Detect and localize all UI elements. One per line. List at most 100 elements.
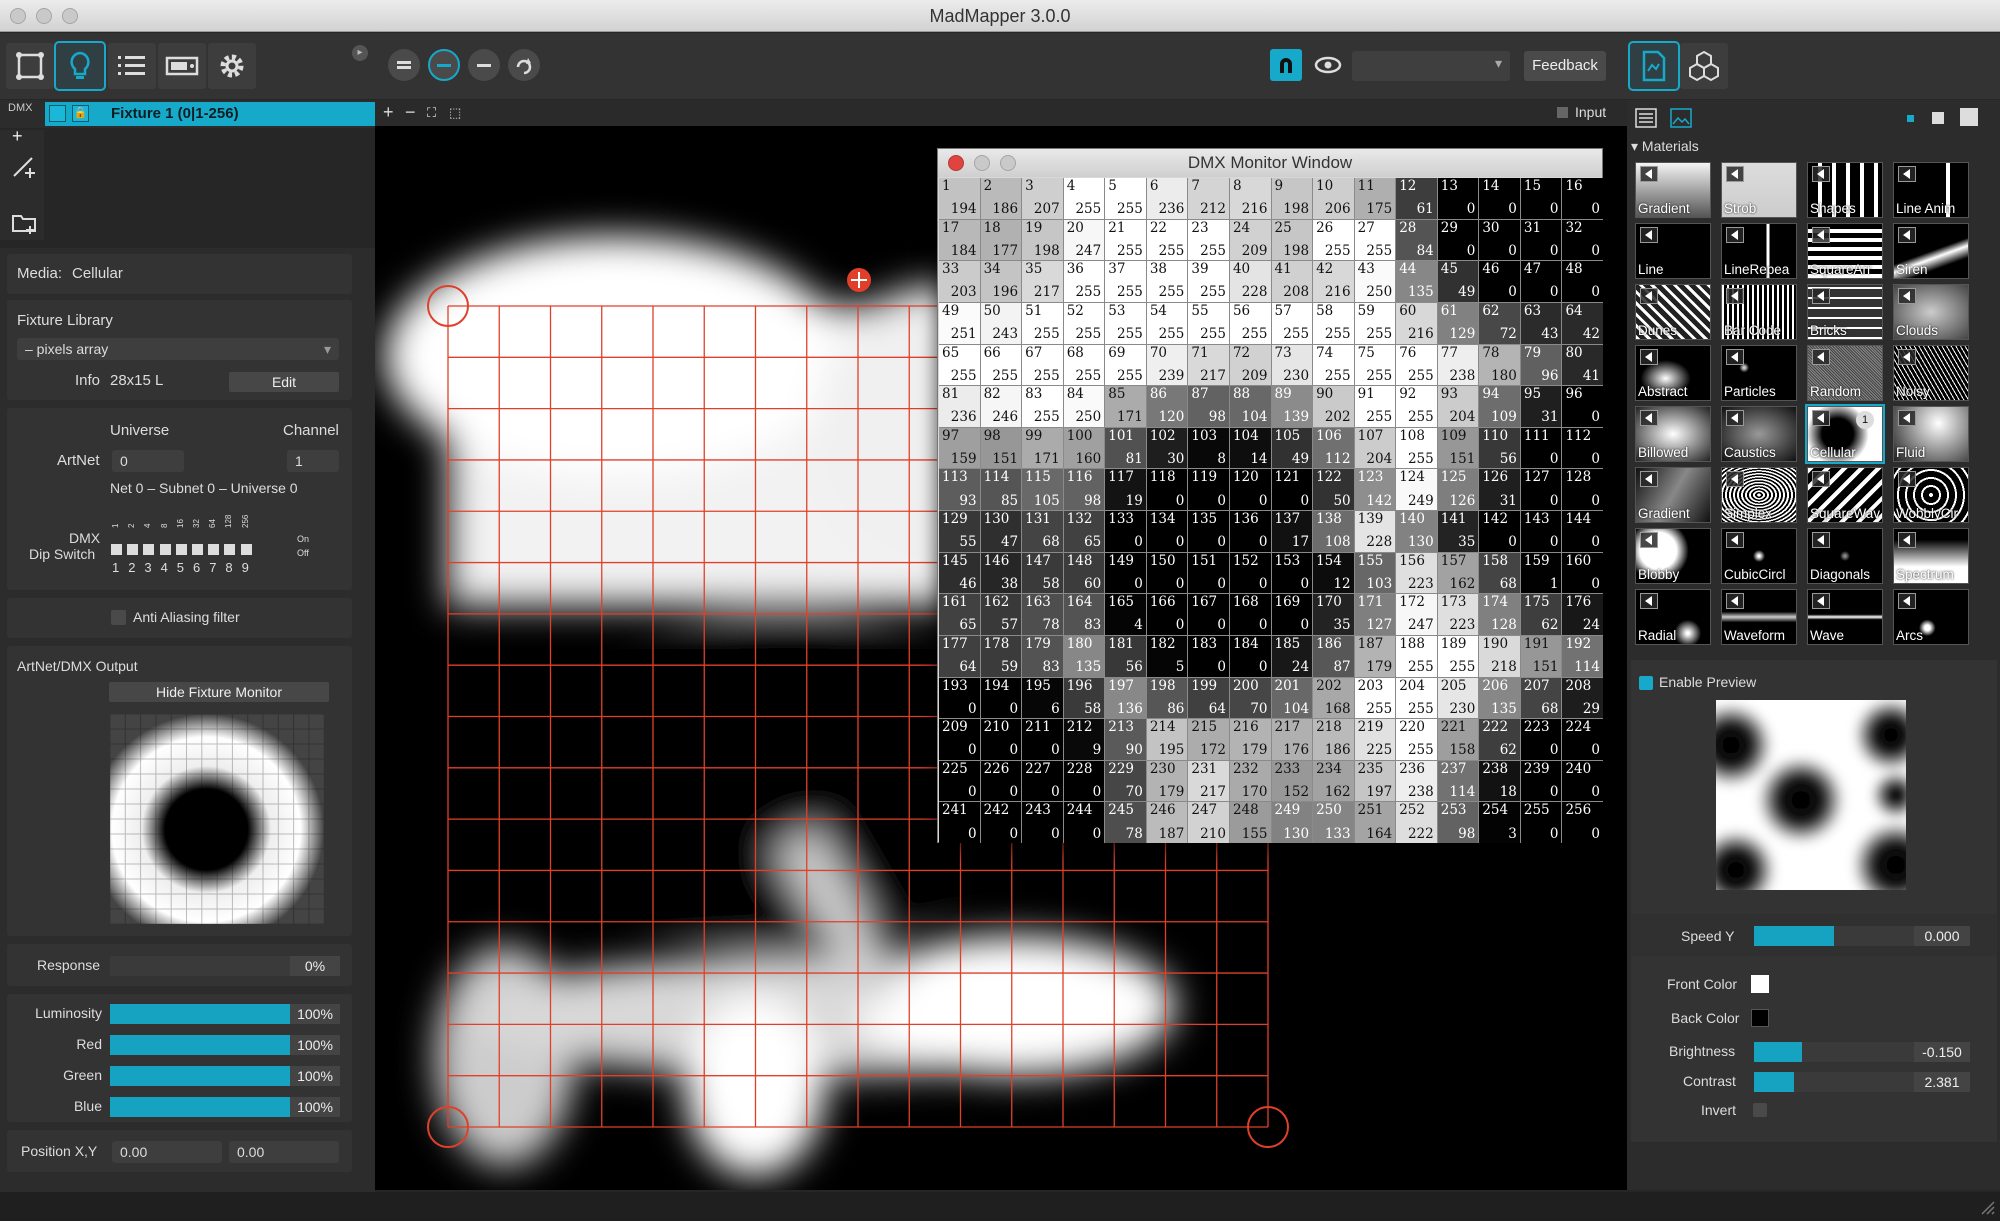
magnet-toggle[interactable] bbox=[1270, 49, 1302, 81]
material-thumbnail[interactable]: Abstract bbox=[1635, 345, 1711, 401]
material-thumbnail[interactable]: Shapes bbox=[1807, 162, 1883, 218]
contrast-slider[interactable] bbox=[1754, 1072, 1914, 1092]
zoom-in-icon[interactable]: + bbox=[383, 102, 394, 123]
dip-switch[interactable] bbox=[127, 544, 139, 555]
dip-switch[interactable] bbox=[192, 544, 203, 555]
play-back-icon[interactable] bbox=[1898, 349, 1916, 365]
large-thumbs-icon[interactable] bbox=[1960, 108, 1978, 126]
dip-switch[interactable] bbox=[175, 544, 187, 555]
play-back-icon[interactable] bbox=[1640, 227, 1658, 243]
visibility-checkbox[interactable] bbox=[49, 105, 66, 122]
feedback-button[interactable]: Feedback bbox=[1524, 51, 1606, 81]
dip-switch[interactable] bbox=[240, 544, 252, 555]
play-back-icon[interactable] bbox=[1812, 227, 1830, 243]
hide-fixture-monitor-button[interactable]: Hide Fixture Monitor bbox=[109, 682, 329, 702]
material-thumbnail[interactable]: Diagonals bbox=[1807, 528, 1883, 584]
play-back-icon[interactable] bbox=[1640, 532, 1658, 548]
material-thumbnail[interactable]: Clouds bbox=[1893, 284, 1969, 340]
material-thumbnail[interactable]: Waveform bbox=[1721, 589, 1797, 645]
add-folder-icon[interactable] bbox=[10, 208, 38, 236]
play-back-icon[interactable] bbox=[1812, 532, 1830, 548]
list-view-icon[interactable] bbox=[1634, 107, 1658, 129]
invert-checkbox[interactable] bbox=[1753, 1103, 1767, 1117]
play-back-icon[interactable] bbox=[1640, 410, 1658, 426]
material-thumbnail[interactable]: Particles bbox=[1721, 345, 1797, 401]
stage-canvas[interactable]: + − ⛶ ⬚ Input DMX Monitor Window 1 194 2… bbox=[375, 100, 1627, 1190]
play-back-icon[interactable] bbox=[1812, 410, 1830, 426]
front-color-swatch[interactable] bbox=[1751, 975, 1769, 993]
close-window-button[interactable] bbox=[10, 8, 26, 24]
enable-preview-checkbox[interactable] bbox=[1639, 676, 1653, 690]
play-back-icon[interactable] bbox=[1898, 532, 1916, 548]
material-thumbnail[interactable]: Cellular 1 bbox=[1805, 404, 1885, 464]
play-back-icon[interactable] bbox=[1726, 471, 1744, 487]
play-back-icon[interactable] bbox=[1898, 166, 1916, 182]
material-thumbnail[interactable]: LineRepea bbox=[1721, 223, 1797, 279]
minimize-window-button[interactable] bbox=[36, 8, 52, 24]
play-back-icon[interactable] bbox=[1640, 166, 1658, 182]
surface-mode-button[interactable] bbox=[6, 43, 54, 89]
play-back-icon[interactable] bbox=[1812, 166, 1830, 182]
fit-view-icon[interactable]: ⛶ bbox=[427, 105, 436, 121]
universe-input[interactable]: 0 bbox=[112, 450, 184, 472]
flatten-button[interactable] bbox=[468, 49, 500, 81]
material-thumbnail[interactable]: Random bbox=[1807, 345, 1883, 401]
play-back-icon[interactable] bbox=[1640, 593, 1658, 609]
play-back-icon[interactable] bbox=[1812, 288, 1830, 304]
material-thumbnail[interactable]: Arcs bbox=[1893, 589, 1969, 645]
input-checkbox[interactable] bbox=[1557, 107, 1568, 118]
view-dropdown[interactable]: ▾ bbox=[1352, 51, 1510, 81]
zoom-dmx-window-button[interactable] bbox=[1000, 155, 1016, 171]
add-dmx-fixture-icon[interactable]: + bbox=[12, 126, 23, 147]
rotate-button[interactable] bbox=[508, 49, 540, 81]
material-thumbnail[interactable]: Dunes bbox=[1635, 284, 1711, 340]
material-thumbnail[interactable]: Wave bbox=[1807, 589, 1883, 645]
zoom-out-icon[interactable]: − bbox=[405, 102, 416, 123]
anti-aliasing-checkbox[interactable] bbox=[111, 610, 126, 625]
image-view-icon[interactable] bbox=[1669, 107, 1693, 129]
material-thumbnail[interactable]: CubicCircl bbox=[1721, 528, 1797, 584]
dip-switch[interactable] bbox=[111, 544, 122, 555]
move-handle-icon[interactable] bbox=[847, 268, 871, 292]
material-thumbnail[interactable]: Caustics bbox=[1721, 406, 1797, 462]
align-button[interactable] bbox=[388, 49, 420, 81]
play-back-icon[interactable] bbox=[1898, 471, 1916, 487]
fixture-mode-button[interactable] bbox=[54, 41, 106, 91]
library-select[interactable]: – pixels array ▾ bbox=[17, 338, 339, 360]
material-thumbnail[interactable]: Bricks bbox=[1807, 284, 1883, 340]
close-dmx-window-button[interactable] bbox=[948, 155, 964, 171]
resize-grip-icon[interactable] bbox=[1978, 1198, 1996, 1216]
play-back-icon[interactable] bbox=[1898, 288, 1916, 304]
color-slider[interactable] bbox=[110, 1004, 290, 1024]
color-slider[interactable] bbox=[110, 1066, 290, 1086]
media-browser-button[interactable] bbox=[1628, 41, 1680, 91]
channel-input[interactable]: 1 bbox=[287, 450, 339, 472]
selection-frame-icon[interactable]: ⬚ bbox=[449, 105, 461, 121]
materials-header[interactable]: ▾ Materials bbox=[1631, 138, 1699, 155]
material-thumbnail[interactable]: Strob bbox=[1721, 162, 1797, 218]
play-back-icon[interactable] bbox=[1812, 349, 1830, 365]
output-setup-button[interactable] bbox=[158, 43, 206, 89]
back-color-swatch[interactable] bbox=[1751, 1009, 1769, 1027]
play-back-icon[interactable] bbox=[1640, 288, 1658, 304]
lock-icon[interactable]: 🔒 bbox=[72, 105, 89, 122]
material-thumbnail[interactable]: Bar Code bbox=[1721, 284, 1797, 340]
play-back-icon[interactable] bbox=[1726, 166, 1744, 182]
dip-switch[interactable] bbox=[224, 544, 236, 555]
play-back-icon[interactable] bbox=[1726, 532, 1744, 548]
fixture-tab[interactable]: 🔒 Fixture 1 (0|1-256) bbox=[45, 102, 375, 126]
dip-switch[interactable] bbox=[208, 544, 220, 555]
play-back-icon[interactable] bbox=[1640, 471, 1658, 487]
speed-y-slider[interactable] bbox=[1754, 926, 1914, 946]
expand-toolbar-button[interactable]: ▸ bbox=[352, 45, 368, 61]
material-thumbnail[interactable]: Fluid bbox=[1893, 406, 1969, 462]
material-thumbnail[interactable]: Gradient bbox=[1635, 162, 1711, 218]
dip-switch[interactable] bbox=[143, 544, 155, 555]
material-thumbnail[interactable]: Radial bbox=[1635, 589, 1711, 645]
edit-button[interactable]: Edit bbox=[229, 372, 339, 392]
material-thumbnail[interactable]: Billowed bbox=[1635, 406, 1711, 462]
material-thumbnail[interactable]: WobblyCir bbox=[1893, 467, 1969, 523]
material-thumbnail[interactable]: Line bbox=[1635, 223, 1711, 279]
play-back-icon[interactable] bbox=[1726, 227, 1744, 243]
material-thumbnail[interactable]: Spectrum bbox=[1893, 528, 1969, 584]
